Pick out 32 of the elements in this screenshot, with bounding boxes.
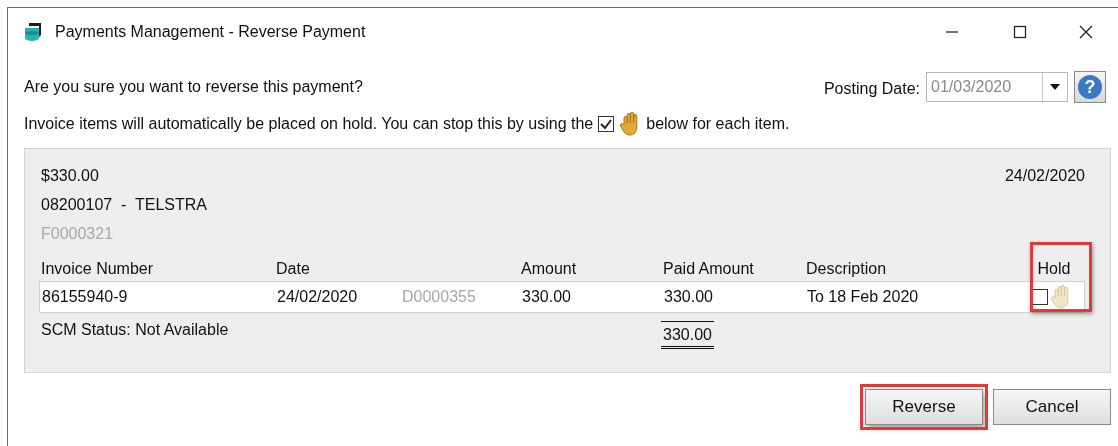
table-cell-text: D0000355 (402, 288, 477, 306)
total-amount: 330.00 (661, 321, 714, 349)
app-icon (23, 21, 43, 43)
close-icon (1079, 25, 1093, 39)
prompt-text: Are you sure you want to reverse this payment? (24, 78, 363, 96)
check-icon (599, 117, 614, 131)
posting-date-dropdown[interactable]: 01/03/2020 (926, 72, 1068, 102)
maximize-icon (1013, 25, 1027, 39)
window-title: Payments Management - Reverse Payment (55, 23, 366, 41)
caret-icon (1050, 84, 1060, 90)
payment-reference: F0000321 (41, 225, 115, 243)
column-header: Description (806, 260, 888, 278)
column-header: Invoice Number (41, 260, 155, 278)
notice-text: Invoice items will automatically be placed on hold. You can stop this by using the (24, 115, 594, 133)
table-cell-text: 24/02/2020 (277, 288, 359, 306)
payment-date: 24/02/2020 (1004, 167, 1085, 185)
column-header: Hold (1036, 260, 1072, 278)
payment-amount: $330.00 (41, 167, 99, 185)
table-cell-text: To 18 Feb 2020 (807, 288, 920, 306)
table-cell-text: 330.00 (522, 288, 572, 306)
column-header: Amount (521, 260, 578, 278)
notice-checkbox[interactable] (598, 116, 615, 132)
column-header: Date (276, 260, 311, 278)
table-cell-text: 330.00 (664, 288, 714, 306)
vendor-name: 08200107 - TELSTRA (41, 196, 209, 214)
help-button[interactable]: ? (1074, 71, 1106, 103)
column-header: Paid Amount (663, 260, 755, 278)
table-cell-text: 86155940-9 (42, 288, 129, 306)
posting-date-label: Posting Date: (823, 80, 920, 98)
notice-text: below for each item. (646, 115, 790, 133)
dialog-button[interactable]: Cancel (993, 389, 1111, 425)
scm-status: SCM Status: Not Available (41, 321, 230, 339)
